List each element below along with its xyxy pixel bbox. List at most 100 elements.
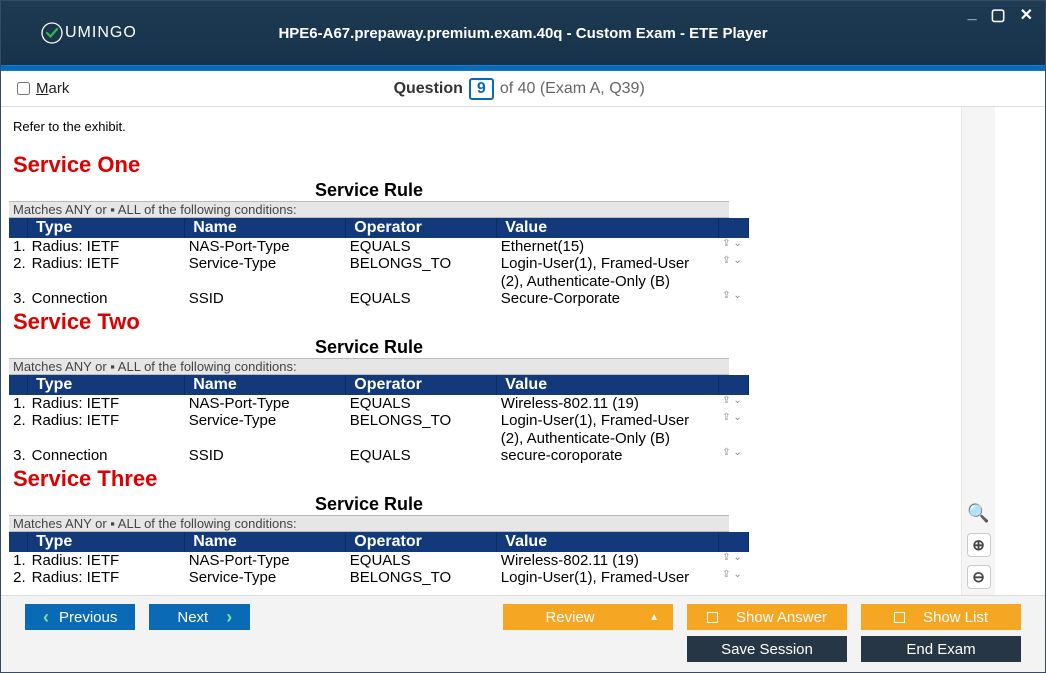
- previous-button[interactable]: Previous: [25, 604, 135, 630]
- col-operator: Operator: [346, 375, 497, 395]
- content-area: Refer to the exhibit. Service OneService…: [1, 107, 1045, 595]
- col-name: Name: [185, 532, 346, 552]
- cell-type: Connection: [28, 290, 185, 307]
- logo-text: UMINGO: [65, 24, 137, 42]
- show-answer-button[interactable]: Show Answer: [687, 604, 847, 630]
- cell-type: Radius: IETF: [28, 238, 185, 255]
- cell-value: Login-User(1), Framed-User: [497, 569, 718, 586]
- service-rule-header: Service Rule: [9, 337, 729, 358]
- service-rule-header: Service Rule: [9, 180, 729, 201]
- minimize-icon[interactable]: _: [964, 5, 981, 25]
- question-number-box: 9: [469, 78, 494, 100]
- row-index: 1.: [9, 395, 28, 412]
- check-badge-icon: [41, 22, 63, 44]
- table-row: 1. Radius: IETF NAS-Port-Type EQUALS Wir…: [9, 395, 749, 412]
- table-row: 2. Radius: IETF Service-Type BELONGS_TO …: [9, 412, 749, 447]
- zoom-tools: 🔍 ⊕ ⊖: [961, 107, 995, 595]
- col-value: Value: [497, 532, 718, 552]
- cell-type: Radius: IETF: [28, 569, 185, 586]
- show-list-label: Show List: [923, 609, 988, 626]
- cell-name: Service-Type: [185, 569, 346, 586]
- scroll-area[interactable]: Refer to the exhibit. Service OneService…: [1, 107, 959, 595]
- cell-operator: BELONGS_TO: [346, 412, 497, 447]
- app-window: UMINGO HPE6-A67.prepaway.premium.exam.40…: [0, 0, 1046, 673]
- question-bar: Mark Question 9 of 40 (Exam A, Q39): [1, 71, 1045, 107]
- row-action-icons[interactable]: ⇪ ⌄: [718, 569, 748, 586]
- row-action-icons[interactable]: ⇪ ⌄: [718, 395, 748, 412]
- row-index: 2.: [9, 255, 28, 290]
- service-block: Service TwoService RuleMatches ANY or ▪ …: [9, 309, 959, 464]
- cell-value: Login-User(1), Framed-User (2), Authenti…: [497, 412, 718, 447]
- cell-name: SSID: [185, 447, 346, 464]
- row-index: 1.: [9, 238, 28, 255]
- row-index: 2.: [9, 412, 28, 447]
- row-action-icons[interactable]: ⇪ ⌄: [718, 412, 748, 447]
- cell-operator: EQUALS: [346, 395, 497, 412]
- row-action-icons[interactable]: ⇪ ⌄: [718, 552, 748, 569]
- show-answer-label: Show Answer: [736, 609, 827, 626]
- col-operator: Operator: [346, 218, 497, 238]
- table-row: 3. Connection SSID EQUALS Secure-Corpora…: [9, 290, 749, 307]
- row-action-icons[interactable]: ⇪ ⌄: [718, 290, 748, 307]
- cell-operator: BELONGS_TO: [346, 569, 497, 586]
- show-list-button[interactable]: Show List: [861, 604, 1021, 630]
- cell-value: secure-coroporate: [497, 447, 718, 464]
- cell-name: NAS-Port-Type: [185, 238, 346, 255]
- footer: Previous Next Review ▲ Show Answer Show …: [1, 595, 1045, 672]
- checkbox-icon: [707, 612, 718, 623]
- cell-operator: EQUALS: [346, 447, 497, 464]
- table-row: 1. Radius: IETF NAS-Port-Type EQUALS Wir…: [9, 552, 749, 569]
- review-button[interactable]: Review ▲: [503, 604, 673, 630]
- service-title: Service Two: [13, 309, 959, 335]
- rule-table: Type Name Operator Value 1. Radius: IETF…: [9, 532, 749, 587]
- row-action-icons[interactable]: ⇪ ⌄: [718, 447, 748, 464]
- cell-operator: EQUALS: [346, 238, 497, 255]
- row-index: 1.: [9, 552, 28, 569]
- cell-name: NAS-Port-Type: [185, 395, 346, 412]
- mark-underline: M: [36, 80, 49, 97]
- row-index: 3.: [9, 447, 28, 464]
- cell-value: Secure-Corporate: [497, 290, 718, 307]
- window-title: HPE6-A67.prepaway.premium.exam.40q - Cus…: [1, 25, 1045, 42]
- close-icon[interactable]: ✕: [1016, 5, 1037, 25]
- question-of-text: of 40 (Exam A, Q39): [500, 80, 645, 98]
- zoom-out-button[interactable]: ⊖: [967, 565, 991, 589]
- cell-type: Radius: IETF: [28, 412, 185, 447]
- row-action-icons[interactable]: ⇪ ⌄: [718, 255, 748, 290]
- zoom-in-button[interactable]: ⊕: [967, 533, 991, 557]
- col-value: Value: [497, 218, 718, 238]
- end-exam-button[interactable]: End Exam: [861, 636, 1021, 662]
- col-type: Type: [28, 218, 185, 238]
- rule-table: Type Name Operator Value 1. Radius: IETF…: [9, 375, 749, 464]
- table-row: 3. Connection SSID EQUALS secure-coropor…: [9, 447, 749, 464]
- rule-table: Type Name Operator Value 1. Radius: IETF…: [9, 218, 749, 307]
- service-title: Service Three: [13, 466, 959, 492]
- service-rule-header: Service Rule: [9, 494, 729, 515]
- matches-condition-text: Matches ANY or ▪ ALL of the following co…: [9, 515, 729, 532]
- matches-condition-text: Matches ANY or ▪ ALL of the following co…: [9, 201, 729, 218]
- table-row: 2. Radius: IETF Service-Type BELONGS_TO …: [9, 569, 749, 586]
- cell-type: Connection: [28, 447, 185, 464]
- maximize-icon[interactable]: ▢: [986, 5, 1009, 25]
- cell-value: Login-User(1), Framed-User (2), Authenti…: [497, 255, 718, 290]
- col-operator: Operator: [346, 532, 497, 552]
- cell-value: Wireless-802.11 (19): [497, 395, 718, 412]
- col-type: Type: [28, 375, 185, 395]
- col-name: Name: [185, 218, 346, 238]
- save-session-button[interactable]: Save Session: [687, 636, 847, 662]
- row-action-icons[interactable]: ⇪ ⌄: [718, 238, 748, 255]
- next-button[interactable]: Next: [149, 604, 250, 630]
- cell-type: Radius: IETF: [28, 255, 185, 290]
- cell-operator: BELONGS_TO: [346, 255, 497, 290]
- refer-text: Refer to the exhibit.: [13, 119, 959, 134]
- question-label: Question: [394, 80, 463, 98]
- magnifier-icon[interactable]: 🔍: [967, 501, 991, 525]
- cell-operator: EQUALS: [346, 552, 497, 569]
- mark-checkbox-wrap[interactable]: Mark: [17, 80, 69, 97]
- mark-checkbox[interactable]: [17, 82, 30, 95]
- cell-name: Service-Type: [185, 255, 346, 290]
- cell-value: Wireless-802.11 (19): [497, 552, 718, 569]
- cell-operator: EQUALS: [346, 290, 497, 307]
- cell-value: Ethernet(15): [497, 238, 718, 255]
- chevron-up-icon: ▲: [649, 612, 659, 623]
